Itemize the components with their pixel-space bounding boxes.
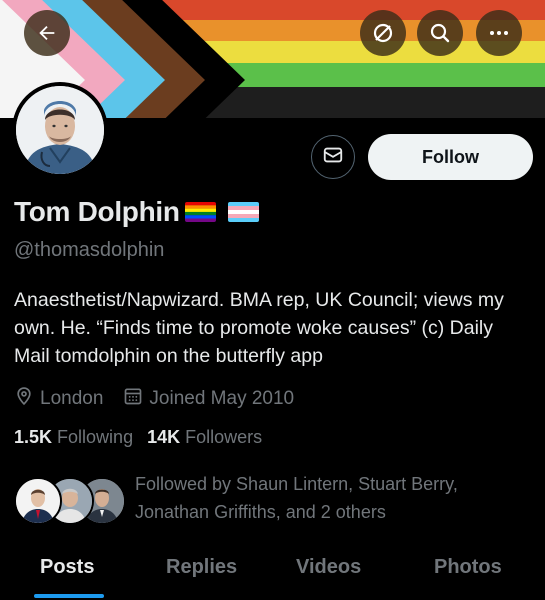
followed-by-text[interactable]: Followed by Shaun Lintern, Stuart Berry,…	[135, 470, 535, 526]
followed-by-avatars[interactable]	[14, 477, 126, 527]
profile-stats: 1.5K Following 14K Followers	[14, 427, 262, 448]
hide-posts-icon	[371, 21, 395, 45]
joined-text: Joined May 2010	[149, 388, 295, 409]
tab-videos[interactable]: Videos	[296, 556, 361, 579]
location-text: London	[40, 388, 104, 409]
following-link[interactable]: 1.5K Following	[14, 427, 133, 448]
follower-avatar	[14, 477, 62, 525]
follow-button[interactable]: Follow	[368, 134, 533, 180]
profile-bio: Anaesthetist/Napwizard. BMA rep, UK Coun…	[14, 289, 504, 367]
search-button[interactable]	[417, 10, 463, 56]
followers-label: Followers	[185, 427, 263, 447]
following-count: 1.5K	[14, 427, 53, 447]
tab-posts[interactable]: Posts	[40, 556, 94, 579]
search-icon	[428, 21, 452, 45]
more-button[interactable]	[476, 10, 522, 56]
calendar-icon	[123, 386, 149, 412]
profile-handle: @thomasdolphin	[14, 239, 165, 261]
profile-tabs: Posts Replies Videos Photos	[0, 546, 545, 600]
back-button[interactable]	[24, 10, 70, 56]
hide-posts-button[interactable]	[360, 10, 406, 56]
active-tab-indicator	[34, 594, 104, 598]
profile-meta: London Joined May 2010	[14, 385, 294, 413]
location-item: London	[14, 385, 103, 413]
back-arrow-icon	[36, 22, 58, 44]
avatar[interactable]	[12, 82, 108, 178]
rainbow-flag-icon	[184, 202, 216, 222]
profile-name-row: Tom Dolphin	[14, 196, 259, 228]
more-icon	[487, 21, 511, 45]
envelope-icon	[322, 144, 344, 171]
tab-replies[interactable]: Replies	[166, 556, 237, 579]
transgender-flag-icon	[227, 202, 259, 222]
followers-link[interactable]: 14K Followers	[147, 427, 262, 448]
joined-item: Joined May 2010	[123, 386, 294, 412]
following-label: Following	[57, 427, 134, 447]
profile-name: Tom Dolphin	[14, 196, 180, 227]
message-button[interactable]	[311, 135, 355, 179]
location-pin-icon	[14, 385, 40, 413]
followers-count: 14K	[147, 427, 181, 447]
tab-photos[interactable]: Photos	[434, 556, 502, 579]
